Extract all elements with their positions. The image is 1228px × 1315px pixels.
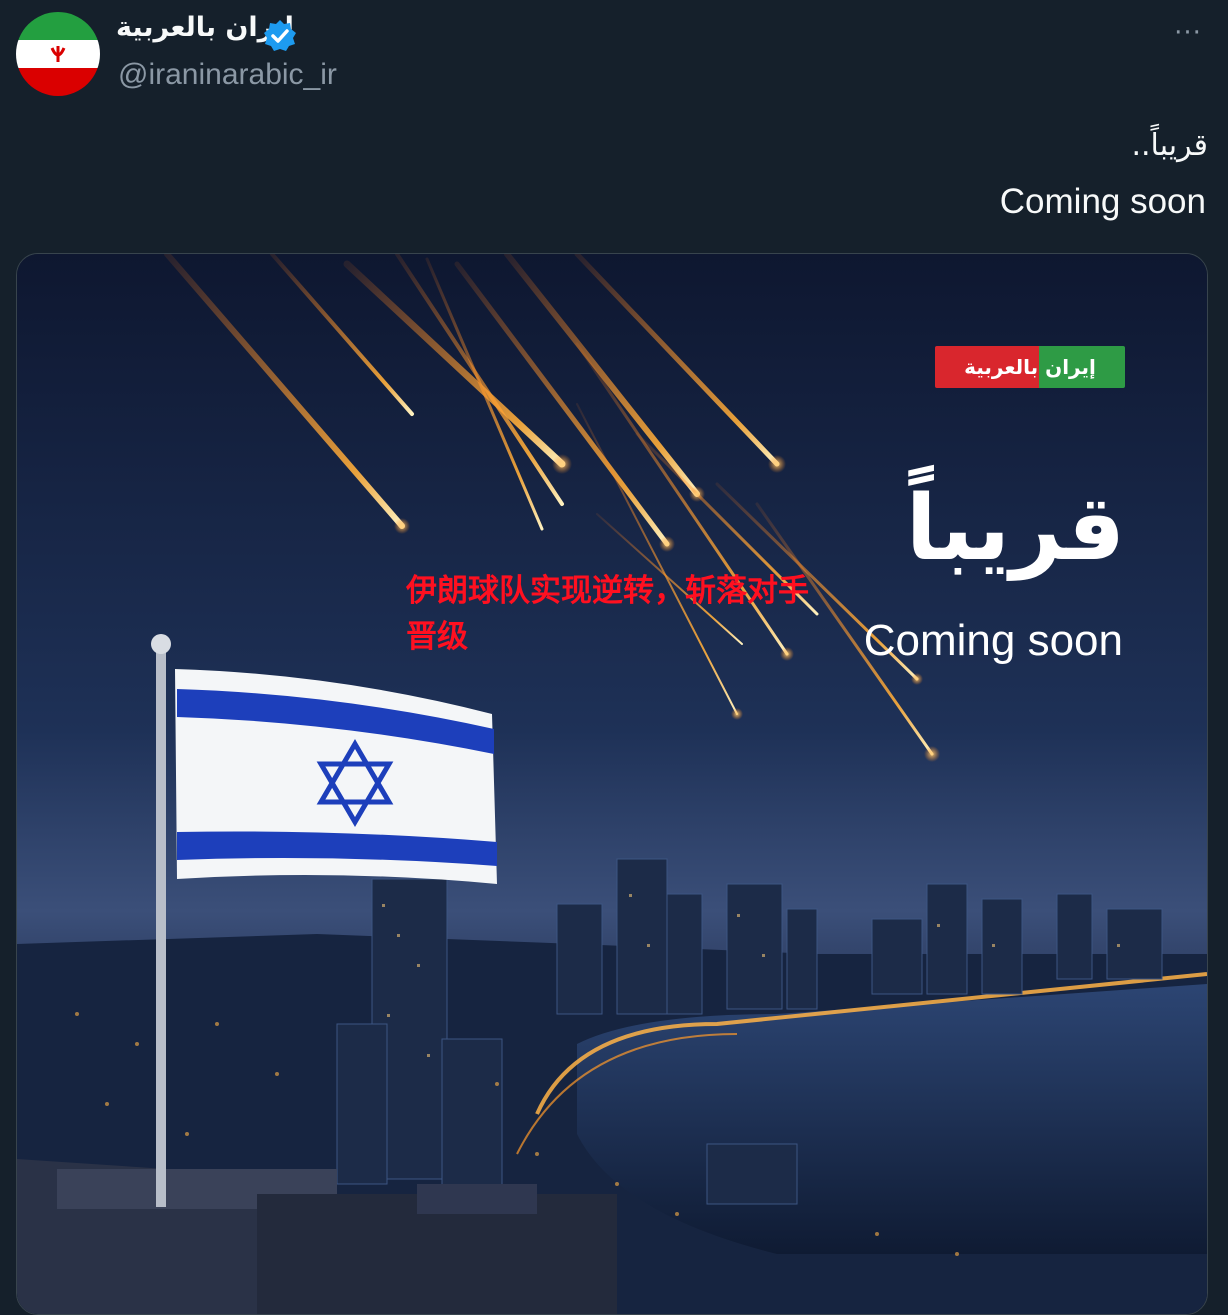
iran-flag-avatar-image	[16, 12, 100, 96]
flagpole	[156, 642, 166, 1207]
headline-english: Coming soon	[863, 616, 1123, 665]
iran-in-arabic-logo: إيران بالعربية	[935, 346, 1125, 388]
night-city-illustration	[17, 254, 1207, 1314]
handle[interactable]: @iraninarabic_ir	[118, 58, 337, 92]
headline-arabic: قريباً	[905, 476, 1125, 581]
post-header: إيران بالعربية @iraninarabic_ir ···	[0, 0, 1228, 110]
post-text-english: Coming soon	[999, 182, 1206, 221]
post-media-image[interactable]: إيران بالعربية قريباً Coming soon	[16, 253, 1208, 1315]
post-text-arabic: قريباً..	[1131, 128, 1208, 163]
verified-badge-icon	[262, 18, 298, 54]
more-options-icon[interactable]: ···	[1168, 18, 1208, 50]
avatar[interactable]	[16, 12, 100, 96]
overlay-caption: 伊朗球队实现逆转，斩落对手晋级	[406, 573, 809, 655]
logo-text: إيران بالعربية	[964, 355, 1096, 379]
